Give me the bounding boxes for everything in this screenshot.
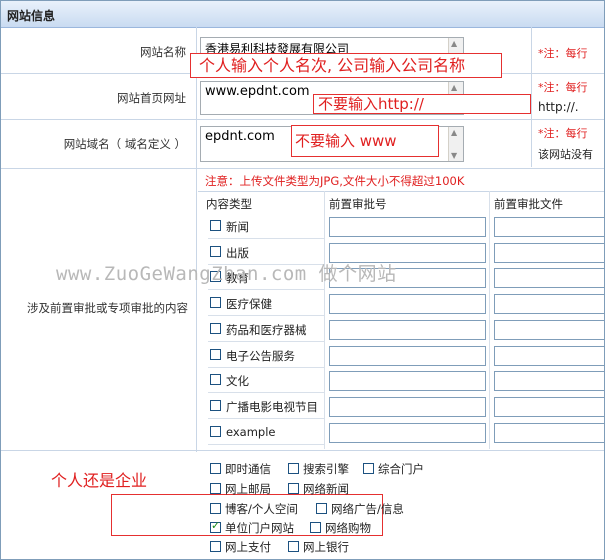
approval-number-input[interactable] [329, 345, 486, 366]
approval-file-input[interactable] [494, 371, 604, 392]
service-checkbox[interactable] [310, 522, 321, 533]
service-option[interactable]: 即时通信 [210, 461, 271, 477]
service-label: 即时通信 [225, 462, 271, 476]
approval-col-divider-1 [324, 191, 325, 449]
section-title: 网站信息 [7, 9, 56, 23]
service-label: 网络新闻 [303, 482, 349, 496]
service-label: 网上银行 [303, 540, 349, 554]
service-option[interactable]: 网络购物 [310, 520, 371, 536]
approval-file-input[interactable] [494, 268, 604, 289]
homepage-annotation: 不要输入http:// [313, 94, 531, 114]
approval-number-input[interactable] [329, 371, 486, 392]
approval-number-input[interactable] [329, 294, 486, 315]
content-type-row: 广播电影电视节目 [208, 394, 324, 419]
content-type-row: example [208, 420, 324, 445]
service-label: 博客/个人空间 [225, 502, 298, 516]
approval-file-input[interactable] [494, 396, 604, 417]
approval-number-input[interactable] [329, 422, 486, 443]
homepage-note: *注：每行 [538, 81, 588, 94]
service-label: 网络购物 [325, 521, 371, 535]
service-label: 网络广告/信息 [331, 502, 404, 516]
approval-file-input[interactable] [494, 345, 604, 366]
domain-annotation: 不要输入 www [291, 125, 439, 157]
content-type-label: 药品和医疗器械 [226, 322, 307, 337]
content-type-checkbox[interactable] [210, 245, 221, 257]
approval-file-input[interactable] [494, 217, 604, 237]
homepage-value: www.epdnt.com [205, 84, 310, 99]
homepage-note-2: http://. [538, 100, 579, 114]
col-header-type: 内容类型 [206, 197, 252, 211]
service-option[interactable]: 网上支付 [210, 539, 271, 555]
approval-number-input[interactable] [329, 396, 486, 417]
content-type-label: example [226, 424, 276, 439]
service-option[interactable]: 搜索引擎 [288, 461, 349, 477]
content-type-checkbox[interactable] [210, 348, 221, 360]
content-type-label: 文化 [226, 374, 249, 389]
service-checkbox[interactable] [316, 503, 327, 514]
approval-number-input[interactable] [329, 217, 486, 237]
domain-value: epdnt.com [205, 129, 275, 144]
col-header-number: 前置审批号 [329, 197, 387, 211]
col-header-file: 前置审批文件 [494, 197, 563, 211]
service-checkbox[interactable] [288, 541, 299, 552]
service-checkbox[interactable] [210, 519, 221, 533]
homepage-label: 网站首页网址 [117, 91, 186, 105]
content-type-row: 电子公告服务 [208, 343, 324, 368]
approval-file-input[interactable] [494, 319, 604, 340]
approval-warning: 注意：上传文件类型为JPG,文件大小不得超过100K [205, 174, 465, 188]
service-checkbox[interactable] [210, 541, 221, 552]
service-label: 综合门户 [378, 462, 424, 476]
service-label: 搜索引擎 [303, 462, 349, 476]
domain-note-2: 该网站没有 [538, 148, 593, 161]
content-type-row: 医疗保健 [208, 291, 324, 317]
service-label: 网上邮局 [225, 482, 271, 496]
service-checkbox[interactable] [210, 463, 221, 474]
service-option[interactable]: 网上银行 [288, 539, 349, 555]
content-type-label: 电子公告服务 [226, 348, 295, 363]
domain-note: *注：每行 [538, 127, 588, 140]
form-frame: 网站信息 网站名称 香港易利科技發展有限公司 个人输入个人名次, 公司输入公司名… [0, 0, 605, 560]
content-type-row: 新闻 [208, 214, 324, 239]
service-option[interactable]: 单位门户网站 [210, 519, 294, 536]
approval-divider [198, 191, 604, 192]
service-option[interactable]: 博客/个人空间 [210, 501, 298, 517]
service-checkbox[interactable] [288, 463, 299, 474]
site-name-note: *注：每行 [538, 47, 588, 60]
service-label: 网上支付 [225, 540, 271, 554]
content-type-checkbox[interactable] [210, 374, 221, 386]
content-type-checkbox[interactable] [210, 399, 221, 411]
service-checkbox[interactable] [363, 463, 374, 474]
approval-file-input[interactable] [494, 242, 604, 263]
domain-label: 网站域名（ 域名定义 ） [63, 137, 186, 151]
domain-scrollbar[interactable] [448, 127, 463, 161]
content-type-checkbox[interactable] [210, 425, 221, 437]
approval-label: 涉及前置审批或专项审批的内容 [27, 301, 188, 315]
content-type-row: 文化 [208, 368, 324, 394]
content-type-checkbox[interactable] [210, 220, 221, 231]
content-type-label: 新闻 [226, 220, 249, 234]
service-option[interactable]: 网络广告/信息 [316, 501, 404, 517]
watermark: www.ZuoGeWangZhan.com 做个网站 [56, 263, 397, 285]
service-checkbox[interactable] [210, 483, 221, 494]
services-annotation: 个人还是企业 [51, 471, 148, 490]
site-name-label: 网站名称 [140, 45, 186, 59]
approval-col-divider-2 [489, 191, 490, 449]
approval-file-input[interactable] [494, 294, 604, 315]
content-type-label: 医疗保健 [226, 297, 272, 312]
section-header: 网站信息 [1, 1, 604, 28]
content-type-row: 药品和医疗器械 [208, 317, 324, 342]
service-option[interactable]: 网络新闻 [288, 481, 349, 497]
service-option[interactable]: 网上邮局 [210, 481, 271, 497]
approval-file-input[interactable] [494, 422, 604, 443]
approval-number-input[interactable] [329, 319, 486, 340]
service-checkbox[interactable] [210, 503, 221, 514]
content-type-label: 广播电影电视节目 [226, 399, 318, 414]
content-type-checkbox[interactable] [210, 322, 221, 334]
content-type-checkbox[interactable] [210, 297, 221, 309]
service-label: 单位门户网站 [225, 521, 294, 535]
service-option[interactable]: 综合门户 [363, 461, 424, 477]
service-checkbox[interactable] [288, 483, 299, 494]
